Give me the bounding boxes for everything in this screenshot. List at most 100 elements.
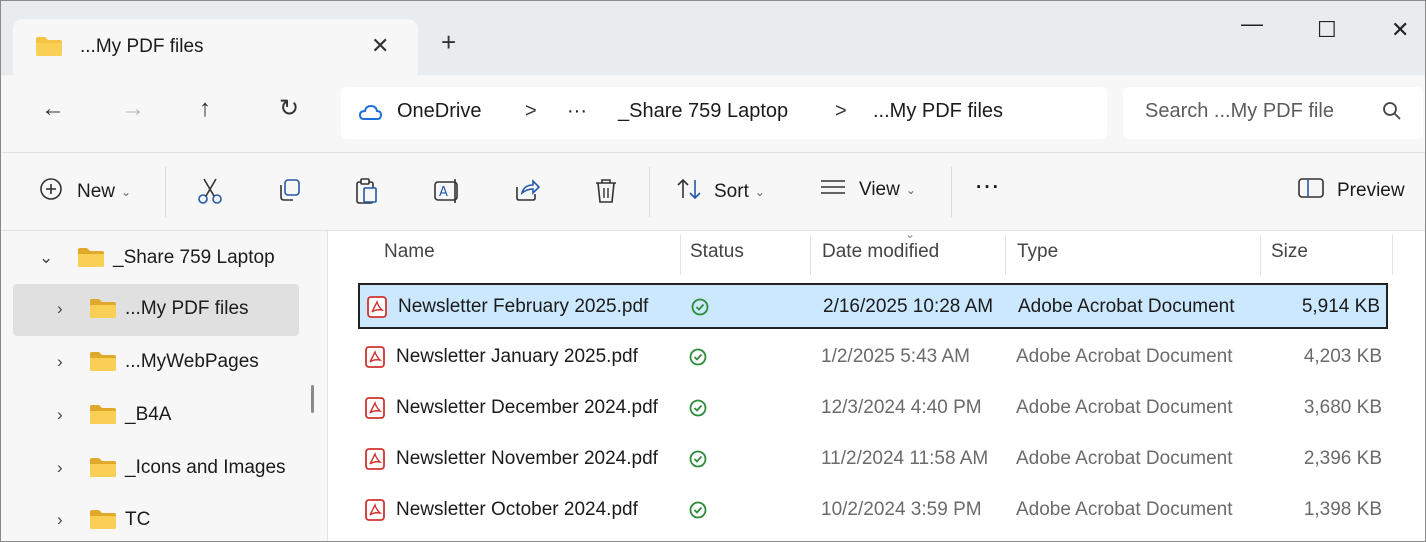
chevron-right-icon[interactable]: › — [57, 510, 63, 530]
preview-button-label: Preview — [1337, 180, 1405, 201]
file-name: Newsletter February 2025.pdf — [398, 296, 649, 317]
cut-icon[interactable] — [197, 177, 223, 205]
column-header-status[interactable]: Status — [690, 231, 744, 279]
preview-button[interactable]: Preview — [1297, 177, 1405, 205]
file-date-modified: 12/3/2024 4:40 PM — [821, 397, 982, 418]
file-type: Adobe Acrobat Document — [1016, 397, 1233, 418]
chevron-down-icon: ⌄ — [754, 185, 765, 199]
column-resize-handle[interactable] — [1005, 235, 1006, 275]
back-button[interactable]: ← — [41, 97, 65, 121]
file-name: Newsletter December 2024.pdf — [396, 397, 658, 418]
forward-button[interactable]: → — [121, 97, 145, 121]
svg-text:A: A — [439, 185, 448, 200]
sidebar-item-tc[interactable]: › TC — [13, 495, 299, 541]
column-header-date-modified[interactable]: Date modified — [822, 231, 939, 279]
more-options-button[interactable]: ··· — [976, 177, 1001, 199]
search-icon[interactable] — [1381, 100, 1403, 127]
column-resize-handle[interactable] — [1260, 235, 1261, 275]
toolbar-divider — [165, 167, 166, 217]
file-date-modified: 2/16/2025 10:28 AM — [823, 296, 994, 317]
close-tab-icon[interactable]: ✕ — [371, 33, 389, 59]
navigation-pane-scrollbar[interactable] — [311, 385, 314, 413]
chevron-right-icon[interactable]: › — [57, 458, 63, 478]
view-lines-icon — [819, 177, 847, 203]
plus-circle-icon — [39, 177, 63, 207]
sort-button-label: Sort — [714, 181, 749, 202]
table-row[interactable]: Newsletter February 2025.pdf 2/16/2025 1… — [358, 283, 1388, 329]
sidebar-item-icons-and-images[interactable]: › _Icons and Images — [13, 443, 299, 495]
sidebar-item-my-pdf-files[interactable]: › ...My PDF files — [13, 284, 299, 336]
table-row[interactable]: Newsletter October 2024.pdf 10/2/2024 3:… — [358, 488, 1388, 534]
new-tab-button[interactable]: + — [441, 29, 456, 55]
view-button[interactable]: View ⌄ — [819, 177, 916, 203]
column-header-name[interactable]: Name — [384, 231, 435, 279]
file-date-modified: 11/2/2024 11:58 AM — [821, 448, 989, 469]
file-type: Adobe Acrobat Document — [1016, 499, 1233, 520]
file-size: 5,914 KB — [1301, 296, 1380, 317]
file-name: Newsletter November 2024.pdf — [396, 448, 658, 469]
delete-icon[interactable] — [593, 177, 619, 205]
file-date-modified: 1/2/2025 5:43 AM — [821, 346, 970, 367]
chevron-right-icon[interactable]: › — [57, 405, 63, 425]
column-resize-handle[interactable] — [1392, 235, 1393, 275]
sidebar-item-label: TC — [125, 509, 151, 530]
search-box[interactable]: Search ...My PDF file — [1123, 87, 1423, 139]
rename-icon[interactable]: A — [433, 177, 463, 205]
refresh-button[interactable]: ↻ — [279, 97, 299, 121]
up-button[interactable]: ↑ — [199, 97, 211, 121]
minimize-button[interactable]: — — [1241, 11, 1263, 37]
breadcrumb-my-pdf-files[interactable]: ...My PDF files — [873, 100, 1003, 123]
pdf-file-icon — [364, 447, 386, 476]
breadcrumb-overflow[interactable]: ··· — [567, 100, 587, 123]
column-resize-handle[interactable] — [810, 235, 811, 275]
chevron-right-icon[interactable]: › — [57, 299, 63, 319]
breadcrumb-onedrive[interactable]: OneDrive — [397, 100, 481, 123]
tab-title: ...My PDF files — [80, 36, 204, 57]
tab-my-pdf-files[interactable]: ...My PDF files ✕ — [13, 19, 418, 75]
address-bar[interactable]: OneDrive > ··· _Share 759 Laptop > ...My… — [341, 87, 1107, 139]
table-row[interactable]: Newsletter December 2024.pdf 12/3/2024 4… — [358, 386, 1388, 432]
navigation-pane: ⌄ _Share 759 Laptop › ...My PDF files › … — [1, 231, 327, 541]
file-explorer-window: ...My PDF files ✕ + — ☐ ✕ ← → ↑ ↻ OneDri… — [0, 0, 1426, 542]
sort-arrows-icon — [676, 177, 702, 207]
chevron-down-icon[interactable]: ⌄ — [39, 248, 53, 268]
file-size: 2,396 KB — [1303, 448, 1382, 469]
column-header-size[interactable]: Size — [1271, 231, 1308, 279]
onedrive-cloud-icon — [357, 102, 383, 127]
sync-status-check-icon — [690, 297, 710, 323]
sidebar-item-label: _Icons and Images — [125, 457, 286, 478]
folder-icon — [89, 508, 117, 535]
breadcrumb-share-laptop[interactable]: _Share 759 Laptop — [618, 100, 788, 123]
sync-status-check-icon — [688, 500, 708, 526]
column-resize-handle[interactable] — [680, 235, 681, 275]
file-name: Newsletter January 2025.pdf — [396, 346, 638, 367]
sidebar-item-mywebpages[interactable]: › ...MyWebPages — [13, 337, 299, 389]
pdf-file-icon — [364, 498, 386, 527]
folder-icon — [35, 35, 63, 62]
sidebar-item-share-759-laptop[interactable]: ⌄ _Share 759 Laptop — [13, 233, 299, 285]
chevron-right-icon[interactable]: › — [57, 352, 63, 372]
paste-icon[interactable] — [354, 177, 380, 205]
search-input[interactable]: Search ...My PDF file — [1145, 100, 1334, 123]
table-row[interactable]: Newsletter November 2024.pdf 11/2/2024 1… — [358, 437, 1388, 483]
folder-icon — [89, 350, 117, 377]
new-button[interactable]: New ⌄ — [39, 177, 131, 207]
file-name: Newsletter October 2024.pdf — [396, 499, 638, 520]
sidebar-item-b4a[interactable]: › _B4A — [13, 390, 299, 442]
sidebar-item-label: _B4A — [125, 404, 172, 425]
sidebar-item-label: ...My PDF files — [125, 298, 249, 319]
breadcrumb-chevron-icon[interactable]: > — [525, 100, 537, 123]
share-icon[interactable] — [513, 177, 541, 203]
folder-icon — [77, 246, 105, 273]
close-window-button[interactable]: ✕ — [1391, 17, 1409, 43]
breadcrumb-chevron-icon[interactable]: > — [835, 100, 847, 123]
column-header-type[interactable]: Type — [1017, 231, 1058, 279]
pdf-file-icon — [366, 295, 388, 324]
folder-icon — [89, 403, 117, 430]
copy-icon[interactable] — [276, 177, 302, 203]
pdf-file-icon — [364, 345, 386, 374]
preview-pane-icon — [1297, 177, 1325, 205]
maximize-button[interactable]: ☐ — [1317, 17, 1337, 43]
sort-button[interactable]: Sort ⌄ — [676, 177, 765, 207]
table-row[interactable]: Newsletter January 2025.pdf 1/2/2025 5:4… — [358, 335, 1388, 381]
